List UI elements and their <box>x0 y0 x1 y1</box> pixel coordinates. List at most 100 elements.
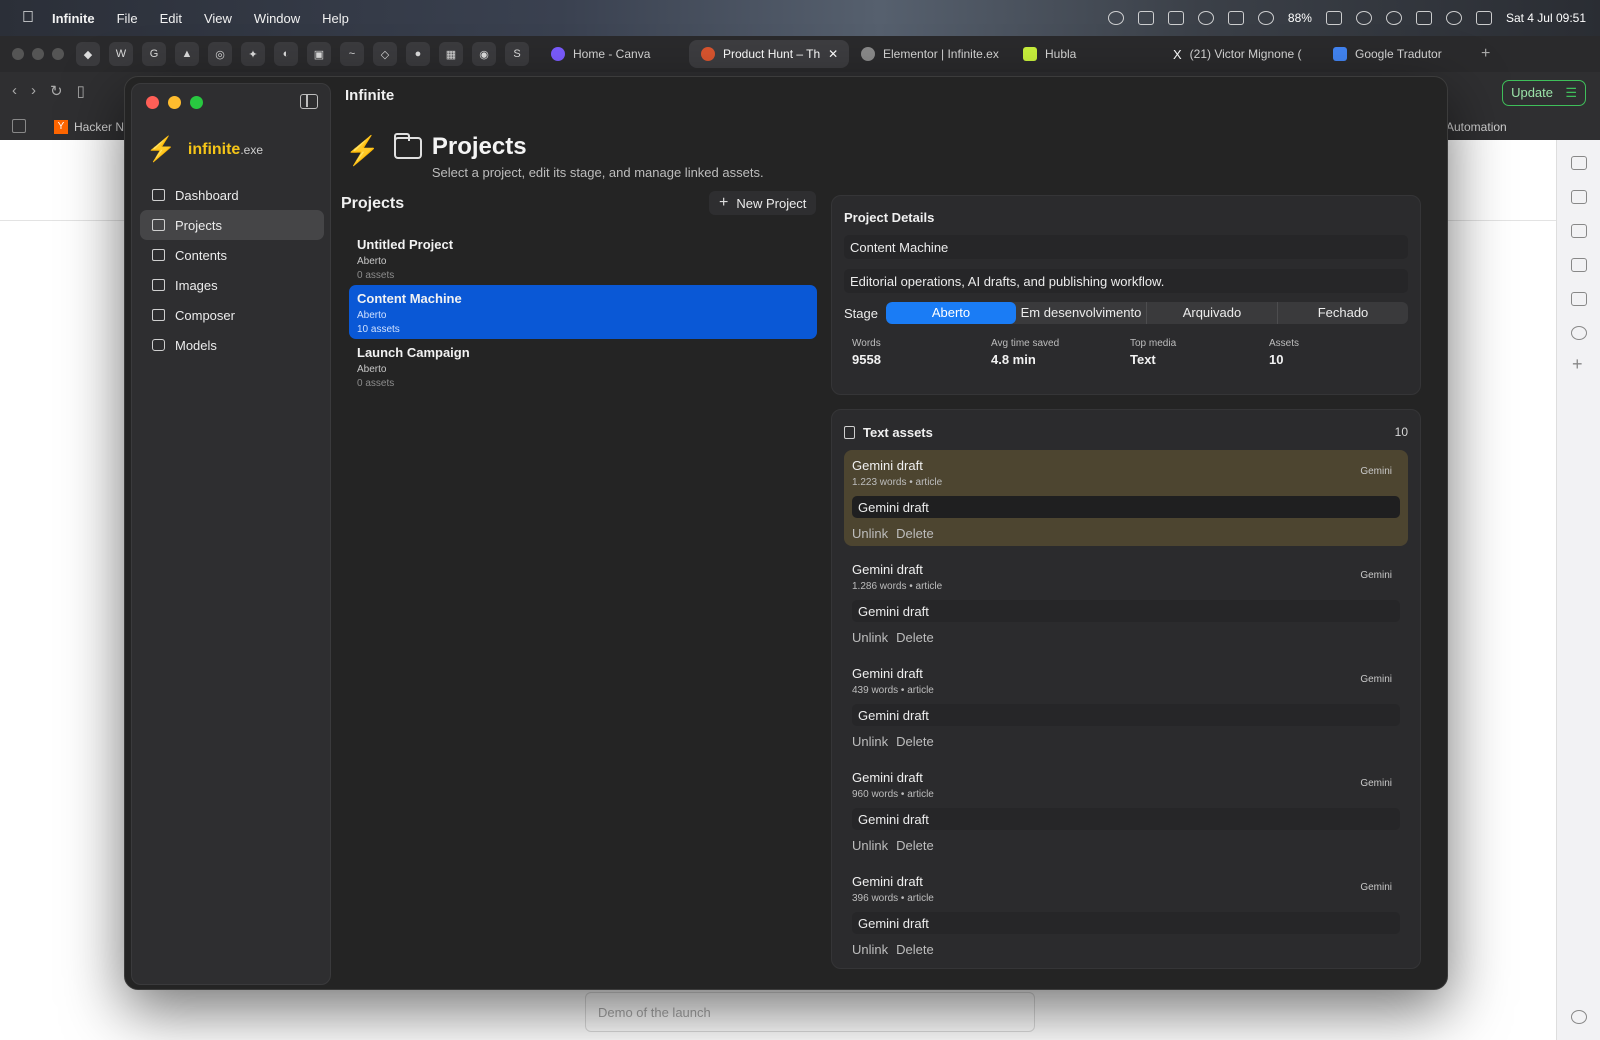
update-button[interactable]: Update <box>1502 80 1586 106</box>
zoom-dot-icon[interactable] <box>52 48 64 60</box>
status-icon[interactable] <box>1167 11 1184 25</box>
apple-icon[interactable]:  <box>18 9 38 27</box>
unlink-button[interactable]: Unlink <box>852 526 888 541</box>
circle-icon[interactable] <box>1571 326 1587 340</box>
pinned-tab-icon[interactable]: ◎ <box>208 42 232 66</box>
control-center-icon[interactable] <box>1475 11 1492 25</box>
project-description-field[interactable]: Editorial operations, AI drafts, and pub… <box>844 269 1408 293</box>
browser-tab[interactable]: Hubla <box>1011 40 1161 68</box>
search-icon[interactable] <box>1445 11 1462 25</box>
status-icon[interactable] <box>1137 11 1154 25</box>
menu-help[interactable]: Help <box>322 11 349 26</box>
bluetooth-icon[interactable] <box>1415 11 1432 25</box>
delete-button[interactable]: Delete <box>896 526 934 541</box>
browser-tab-active[interactable]: Product Hunt – Th ✕ <box>689 40 849 68</box>
delete-button[interactable]: Delete <box>896 630 934 645</box>
bookmark-icon[interactable]: ▯ <box>77 82 85 100</box>
status-icon[interactable] <box>1197 11 1214 25</box>
pinned-tab-icon[interactable]: S <box>505 42 529 66</box>
airdrop-icon[interactable] <box>1257 11 1274 25</box>
pinned-tab-icon[interactable]: ◉ <box>472 42 496 66</box>
volume-icon[interactable] <box>1355 11 1372 25</box>
sidebar-item-projects[interactable]: Projects <box>140 210 324 240</box>
asset-item[interactable]: Gemini draft 1.286 words • article Gemin… <box>844 554 1408 650</box>
menu-edit[interactable]: Edit <box>160 11 182 26</box>
new-project-button[interactable]: + New Project <box>709 191 817 215</box>
browser-tab[interactable]: Elementor | Infinite.ex <box>849 40 1011 68</box>
pinned-tab-icon[interactable]: ▲ <box>175 42 199 66</box>
pinned-tab-icon[interactable]: ▦ <box>439 42 463 66</box>
delete-button[interactable]: Delete <box>896 942 934 957</box>
battery-icon[interactable] <box>1325 11 1342 25</box>
unlink-button[interactable]: Unlink <box>852 630 888 645</box>
asset-item[interactable]: Gemini draft 439 words • article Gemini … <box>844 658 1408 754</box>
project-item[interactable]: Untitled Project Aberto 0 assets <box>349 231 817 285</box>
pinned-tab-icon[interactable]: W <box>109 42 133 66</box>
menu-file[interactable]: File <box>117 11 138 26</box>
zoom-button[interactable] <box>190 96 203 109</box>
minimize-dot-icon[interactable] <box>32 48 44 60</box>
display-icon[interactable] <box>1227 11 1244 25</box>
new-tab-plus-icon[interactable]: + <box>1481 45 1490 63</box>
close-dot-icon[interactable] <box>12 48 24 60</box>
stage-option-em-desenvolvimento[interactable]: Em desenvolvimento <box>1016 302 1147 324</box>
asset-item[interactable]: Gemini draft 396 words • article Gemini … <box>844 866 1408 962</box>
forward-icon[interactable]: › <box>31 82 36 100</box>
pinned-tab-icon[interactable]: ◆ <box>76 42 100 66</box>
bookmark-hacker-news[interactable]: Y Hacker N <box>54 120 124 134</box>
pinned-tab-icon[interactable]: ~ <box>340 42 364 66</box>
asset-item[interactable]: Gemini draft 1.223 words • article Gemin… <box>844 450 1408 546</box>
gear-icon[interactable] <box>1571 1010 1587 1024</box>
pinned-tab-icon[interactable]: G <box>142 42 166 66</box>
project-item-selected[interactable]: Content Machine Aberto 10 assets <box>349 285 817 339</box>
stage-option-aberto[interactable]: Aberto <box>885 302 1016 324</box>
reader-icon[interactable] <box>1571 292 1587 306</box>
asset-title-input[interactable]: Gemini draft <box>852 600 1400 622</box>
wallet-icon[interactable] <box>1571 224 1587 238</box>
sidebar-item-composer[interactable]: Composer <box>140 300 324 330</box>
delete-button[interactable]: Delete <box>896 734 934 749</box>
back-icon[interactable]: ‹ <box>12 82 17 100</box>
pinned-tab-icon[interactable]: ✦ <box>241 42 265 66</box>
reload-icon[interactable]: ↻ <box>50 82 63 100</box>
sidebar-item-contents[interactable]: Contents <box>140 240 324 270</box>
bookmark-automation[interactable]: Automation <box>1446 120 1507 134</box>
unlink-button[interactable]: Unlink <box>852 942 888 957</box>
stage-option-arquivado[interactable]: Arquivado <box>1147 302 1278 324</box>
asset-title-input[interactable]: Gemini draft <box>852 704 1400 726</box>
stage-option-fechado[interactable]: Fechado <box>1278 302 1408 324</box>
unlink-button[interactable]: Unlink <box>852 734 888 749</box>
project-item[interactable]: Launch Campaign Aberto 0 assets <box>349 339 817 393</box>
add-icon[interactable]: + <box>1572 354 1583 375</box>
unlink-button[interactable]: Unlink <box>852 838 888 853</box>
menu-app-name[interactable]: Infinite <box>52 11 95 26</box>
sparkle-icon[interactable] <box>1571 156 1587 170</box>
sidebar-item-dashboard[interactable]: Dashboard <box>140 180 324 210</box>
project-name-field[interactable]: Content Machine <box>844 235 1408 259</box>
browser-tab[interactable]: Google Tradutor <box>1321 40 1471 68</box>
save-icon[interactable] <box>1571 258 1587 272</box>
menu-clock[interactable]: Sat 4 Jul 09:51 <box>1506 11 1586 25</box>
minimize-button[interactable] <box>168 96 181 109</box>
menu-window[interactable]: Window <box>254 11 300 26</box>
pinned-tab-icon[interactable]: ◇ <box>373 42 397 66</box>
close-button[interactable] <box>146 96 159 109</box>
sidebar-item-models[interactable]: Models <box>140 330 324 360</box>
wifi-icon[interactable] <box>1385 11 1402 25</box>
sidebar-toggle-icon[interactable] <box>300 94 318 109</box>
delete-button[interactable]: Delete <box>896 838 934 853</box>
tab-close-icon[interactable]: ✕ <box>828 47 838 61</box>
asset-item[interactable]: Gemini draft 960 words • article Gemini … <box>844 762 1408 858</box>
browser-tab[interactable]: X (21) Victor Mignone ( <box>1161 40 1321 68</box>
asset-title-input[interactable]: Gemini draft <box>852 912 1400 934</box>
demo-input[interactable]: Demo of the launch <box>585 992 1035 1032</box>
apps-grid-icon[interactable] <box>12 119 26 133</box>
sidebar-item-images[interactable]: Images <box>140 270 324 300</box>
pinned-tab-icon[interactable]: ◐ <box>274 42 298 66</box>
media-icon[interactable] <box>1571 190 1587 204</box>
asset-title-input[interactable]: Gemini draft <box>852 496 1400 518</box>
status-icon[interactable] <box>1107 11 1124 25</box>
browser-tab[interactable]: Home - Canva <box>539 40 689 68</box>
menu-view[interactable]: View <box>204 11 232 26</box>
pinned-tab-icon[interactable]: ▣ <box>307 42 331 66</box>
